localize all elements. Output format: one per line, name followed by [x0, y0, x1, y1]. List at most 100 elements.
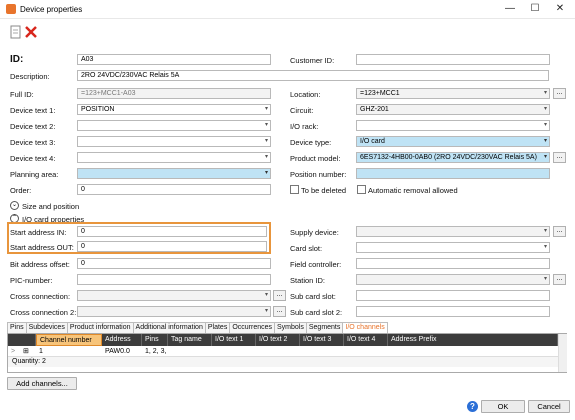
supply-device-dropdown[interactable]: ▾ [356, 226, 550, 237]
chevron-down-icon: ▾ [264, 292, 268, 298]
card-slot-dropdown[interactable]: ▾ [356, 242, 550, 253]
station-id-dropdown[interactable]: ▾ [356, 274, 550, 285]
tab-additional-information[interactable]: Additional information [132, 322, 206, 333]
column-tag-name[interactable]: Tag name [168, 334, 212, 346]
app-icon [6, 4, 16, 14]
column-address-prefix[interactable]: Address Prefix [388, 334, 558, 346]
product-model-browse-button[interactable]: ... [553, 152, 566, 163]
delete-icon[interactable] [24, 25, 38, 39]
location-value: =123+MCC1 [360, 90, 400, 97]
full-id-field: =123+MCC1-A03 [77, 88, 271, 99]
device-text-3-dropdown[interactable]: ▾ [77, 136, 271, 147]
add-channels-button[interactable]: Add channels... [7, 377, 77, 390]
title-bar [0, 0, 575, 19]
row-expander-icon[interactable]: > [8, 346, 20, 357]
device-type-value: I/O card [360, 138, 385, 145]
pic-number-input[interactable] [77, 274, 271, 285]
product-model-dropdown[interactable]: 6ES7132-4HB00-0AB0 (2RO 24VDC/230VAC Rel… [356, 152, 550, 163]
close-button[interactable]: ✕ [553, 3, 567, 15]
column-io-text-2[interactable]: I/O text 2 [256, 334, 300, 346]
cell-address[interactable]: PAW0.0 [102, 346, 142, 357]
expand-down-icon[interactable]: ⌄ [10, 201, 19, 210]
device-text-1-label: Device text 1: [10, 106, 56, 115]
help-icon[interactable]: ? [467, 401, 478, 412]
field-controller-label: Field controller: [290, 260, 342, 269]
device-type-dropdown[interactable]: I/O card ▾ [356, 136, 550, 147]
device-text-1-dropdown[interactable]: POSITION ▾ [77, 104, 271, 115]
chevron-down-icon: ▾ [543, 106, 547, 112]
planning-area-label: Planning area: [10, 170, 59, 179]
tab-occurrences[interactable]: Occurrences [229, 322, 276, 333]
cross-connection-2-dropdown[interactable]: ▾ [77, 306, 271, 317]
start-address-out-input[interactable]: 0 [77, 241, 267, 252]
chevron-down-icon: ▾ [264, 308, 268, 314]
field-controller-input[interactable] [356, 258, 550, 269]
cell-pins[interactable]: 1, 2, 3, . [142, 346, 168, 357]
to-be-deleted-checkbox[interactable] [290, 185, 299, 194]
station-id-browse-button[interactable]: ... [553, 274, 566, 285]
tab-plates[interactable]: Plates [204, 322, 231, 333]
chevron-down-icon: ▾ [543, 244, 547, 250]
start-address-in-label: Start address IN: [10, 228, 67, 237]
quantity-summary: Quantity: 2 [8, 357, 558, 367]
column-io-text-1[interactable]: I/O text 1 [212, 334, 256, 346]
column-pins[interactable]: Pins [142, 334, 168, 346]
start-address-in-input[interactable]: 0 [77, 226, 267, 237]
order-input[interactable]: 0 [77, 184, 271, 195]
tab-strip: Pins Subdevices Product information Additio… [7, 322, 388, 333]
minimize-button[interactable]: — [503, 3, 517, 15]
tab-product-information[interactable]: Product information [66, 322, 134, 333]
io-rack-dropdown[interactable]: ▾ [356, 120, 550, 131]
sub-card-slot-input[interactable] [356, 290, 550, 301]
device-text-4-dropdown[interactable]: ▾ [77, 152, 271, 163]
cross-connection-dropdown[interactable]: ▾ [77, 290, 271, 301]
ok-button[interactable]: OK [481, 400, 525, 413]
device-text-2-dropdown[interactable]: ▾ [77, 120, 271, 131]
device-text-2-label: Device text 2: [10, 122, 56, 131]
table-row[interactable]: > ⊞ 1 PAW0.0 1, 2, 3, . [8, 346, 558, 357]
auto-removal-checkbox[interactable] [357, 185, 366, 194]
bit-address-offset-input[interactable]: 0 [77, 258, 271, 269]
tab-segments[interactable]: Segments [305, 322, 344, 333]
io-rack-label: I/O rack: [290, 122, 319, 131]
column-io-text-3[interactable]: I/O text 3 [300, 334, 344, 346]
column-address[interactable]: Address [102, 334, 142, 346]
cross-connection-browse-button[interactable]: ... [273, 290, 286, 301]
grid-scrollbar[interactable] [558, 334, 567, 372]
tab-pins[interactable]: Pins [7, 322, 27, 333]
supply-device-browse-button[interactable]: ... [553, 226, 566, 237]
auto-removal-label: Automatic removal allowed [368, 186, 458, 195]
row-plus-icon[interactable]: ⊞ [20, 346, 36, 357]
position-number-input[interactable] [356, 168, 550, 179]
chevron-down-icon: ▾ [543, 122, 547, 128]
column-io-text-4[interactable]: I/O text 4 [344, 334, 388, 346]
tab-symbols[interactable]: Symbols [274, 322, 307, 333]
sub-card-slot-2-input[interactable] [356, 306, 550, 317]
cell-channel-number[interactable]: 1 [36, 346, 102, 357]
chevron-down-icon: ▾ [264, 106, 268, 112]
grid-header: Channel number Address Pins Tag name I/O… [8, 334, 558, 346]
size-position-section[interactable]: Size and position [22, 202, 79, 211]
sub-card-slot-2-label: Sub card slot 2: [290, 308, 343, 317]
circuit-dropdown[interactable]: GHZ-201 ▾ [356, 104, 550, 115]
document-icon[interactable] [10, 25, 24, 39]
id-input[interactable]: A03 [77, 54, 271, 65]
location-dropdown[interactable]: =123+MCC1 ▾ [356, 88, 550, 99]
device-text-1-value: POSITION [81, 106, 115, 113]
chevron-down-icon: ▾ [264, 138, 268, 144]
card-slot-label: Card slot: [290, 244, 323, 253]
cancel-button[interactable]: Cancel [528, 400, 570, 413]
description-label: Description: [10, 72, 50, 81]
chevron-down-icon: ▾ [264, 154, 268, 160]
full-id-label: Full ID: [10, 90, 34, 99]
location-browse-button[interactable]: ... [553, 88, 566, 99]
cross-connection-2-browse-button[interactable]: ... [273, 306, 286, 317]
description-input[interactable]: 2RO 24VDC/230VAC Relais 5A [77, 70, 549, 81]
customer-id-input[interactable] [356, 54, 550, 65]
tab-subdevices[interactable]: Subdevices [25, 322, 68, 333]
planning-area-dropdown[interactable]: ▾ [77, 168, 271, 179]
window-title: Device properties [20, 5, 83, 14]
tab-io-channels[interactable]: I/O channels [342, 322, 388, 333]
maximize-button[interactable]: ☐ [528, 3, 542, 15]
column-channel-number[interactable]: Channel number [36, 334, 102, 346]
